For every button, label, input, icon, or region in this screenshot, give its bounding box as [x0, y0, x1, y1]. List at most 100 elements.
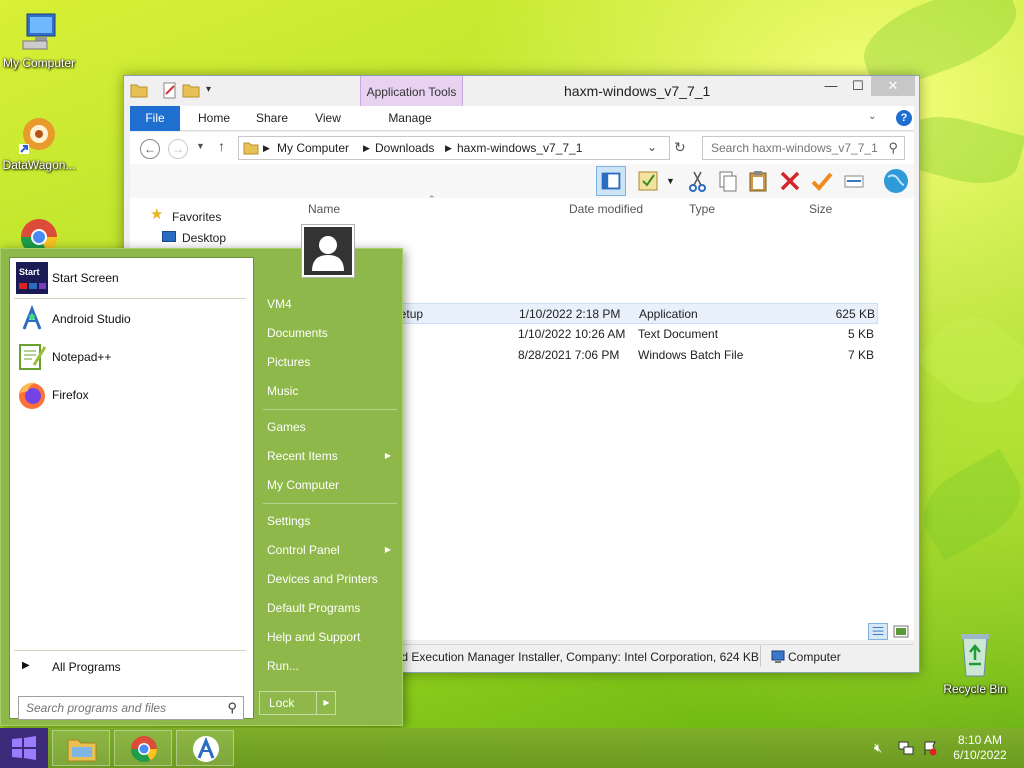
- help-icon[interactable]: ?: [896, 110, 912, 126]
- search-box[interactable]: ⚲: [702, 136, 905, 160]
- properties-icon[interactable]: [162, 82, 178, 100]
- address-dropdown-icon[interactable]: ⌄: [647, 140, 657, 154]
- forward-button[interactable]: →: [168, 139, 188, 159]
- up-button[interactable]: ↑: [218, 138, 225, 154]
- start-item-label: Android Studio: [52, 312, 131, 326]
- dropdown-arrow-icon[interactable]: ▼: [666, 176, 675, 186]
- properties-check-icon[interactable]: [636, 169, 660, 193]
- start-item-label: Control Panel: [267, 543, 340, 557]
- column-header-name[interactable]: Name: [308, 202, 340, 216]
- address-bar[interactable]: ▶ My Computer ▶ Downloads ▶ haxm-windows…: [238, 136, 670, 160]
- file-size: 5 KB: [847, 327, 874, 341]
- start-search-input[interactable]: [26, 701, 216, 715]
- volume-muted-icon[interactable]: 🔇︎: [874, 740, 882, 756]
- start-item-firefox[interactable]: Firefox: [16, 379, 248, 413]
- start-right-item-music[interactable]: Music: [259, 379, 399, 403]
- sort-arrow-icon: ⌃: [428, 194, 436, 204]
- start-button[interactable]: [0, 728, 48, 768]
- desktop-icon-recycle-bin[interactable]: Recycle Bin: [933, 630, 1017, 696]
- user-avatar[interactable]: [301, 224, 355, 278]
- nav-favorites[interactable]: Favorites: [172, 210, 221, 224]
- status-location: Computer: [788, 650, 841, 664]
- start-right-item-run[interactable]: Run...: [259, 654, 399, 678]
- close-button[interactable]: ✕: [871, 76, 915, 96]
- file-date: 8/28/2021 7:06 PM: [518, 348, 620, 362]
- firefox-icon: [19, 382, 45, 409]
- select-icon[interactable]: [842, 169, 866, 193]
- tab-share[interactable]: Share: [250, 106, 294, 131]
- breadcrumb-separator: ▶: [445, 143, 452, 153]
- tab-home[interactable]: Home: [192, 106, 236, 131]
- start-right-item-pictures[interactable]: Pictures: [259, 350, 399, 374]
- details-view-icon[interactable]: [868, 623, 888, 640]
- breadcrumb-separator: ▶: [263, 143, 270, 153]
- taskbar-chrome[interactable]: [114, 730, 172, 766]
- computer-icon: [22, 13, 56, 50]
- breadcrumb-my-computer[interactable]: My Computer: [277, 141, 349, 155]
- start-right-item-default-programs[interactable]: Default Programs: [259, 596, 399, 620]
- column-header-date[interactable]: Date modified: [569, 202, 643, 216]
- file-date: 1/10/2022 2:18 PM: [519, 307, 621, 321]
- search-input[interactable]: [711, 141, 881, 155]
- delete-icon[interactable]: [778, 169, 802, 193]
- tab-file[interactable]: File: [130, 106, 180, 131]
- all-programs-button[interactable]: ▶ All Programs: [16, 656, 248, 680]
- column-header-type[interactable]: Type: [689, 202, 715, 216]
- desktop-icon-datawagon[interactable]: DataWagon...: [0, 112, 81, 172]
- start-right-item-help-support[interactable]: Help and Support: [259, 625, 399, 649]
- breadcrumb-current-folder[interactable]: haxm-windows_v7_7_1: [457, 141, 582, 155]
- copy-icon[interactable]: [716, 169, 740, 193]
- paste-icon[interactable]: [746, 169, 770, 193]
- tab-manage[interactable]: Manage: [362, 106, 458, 131]
- window-title: haxm-windows_v7_7_1: [564, 83, 711, 99]
- user-icon: [304, 227, 352, 275]
- start-right-item-control-panel[interactable]: Control Panel ▶: [259, 538, 399, 562]
- rename-check-icon[interactable]: [810, 169, 834, 193]
- large-icons-view-icon[interactable]: [892, 623, 910, 640]
- start-right-item-recent-items[interactable]: Recent Items ▶: [259, 444, 399, 468]
- taskbar-android-studio[interactable]: [176, 730, 234, 766]
- start-right-item-settings[interactable]: Settings: [259, 509, 399, 533]
- folder-icon: [130, 84, 148, 98]
- start-search-box[interactable]: ⚲: [18, 696, 244, 720]
- cut-icon[interactable]: [686, 169, 710, 193]
- notepad-plus-plus-icon: [19, 344, 47, 370]
- refresh-icon[interactable]: ↻: [674, 139, 686, 156]
- network-icon[interactable]: [898, 740, 914, 756]
- lock-options-arrow-icon[interactable]: ▶: [316, 692, 336, 714]
- start-menu: Start Start Screen Android Studio Notepa…: [0, 248, 403, 726]
- start-item-start-screen[interactable]: Start Start Screen: [16, 262, 248, 296]
- tab-view[interactable]: View: [306, 106, 350, 131]
- divider: [14, 298, 246, 299]
- start-right-item-my-computer[interactable]: My Computer: [259, 473, 399, 497]
- nav-desktop[interactable]: Desktop: [182, 231, 226, 245]
- recent-locations-icon[interactable]: ▼: [196, 141, 205, 151]
- start-item-notepad-plus-plus[interactable]: Notepad++: [16, 341, 248, 375]
- start-item-android-studio[interactable]: Android Studio: [16, 303, 248, 337]
- recycle-bin-icon: [961, 634, 989, 677]
- clock-date: 6/10/2022: [953, 748, 1007, 762]
- globe-icon[interactable]: [882, 167, 910, 195]
- minimize-button[interactable]: —: [817, 76, 845, 96]
- system-clock[interactable]: 8:10 AM 6/10/2022: [940, 733, 1020, 763]
- divider: [263, 409, 397, 410]
- column-header-size[interactable]: Size: [809, 202, 832, 216]
- desktop-small-icon: [162, 231, 176, 242]
- start-item-label: Recent Items: [267, 449, 338, 463]
- start-right-item-devices-printers[interactable]: Devices and Printers: [259, 567, 399, 591]
- start-right-item-games[interactable]: Games: [259, 415, 399, 439]
- lock-button[interactable]: Lock ▶: [259, 691, 336, 715]
- breadcrumb-downloads[interactable]: Downloads: [375, 141, 434, 155]
- title-bar[interactable]: ▾ haxm-windows_v7_7_1 — ☐ ✕: [124, 76, 919, 106]
- customize-qat-icon[interactable]: ▾: [206, 84, 211, 95]
- maximize-button[interactable]: ☐: [845, 76, 871, 96]
- action-center-flag-icon[interactable]: [922, 740, 938, 756]
- start-right-item-documents[interactable]: Documents: [259, 321, 399, 345]
- preview-pane-icon[interactable]: [596, 166, 626, 196]
- start-right-item-vm4[interactable]: VM4: [259, 292, 399, 316]
- taskbar-file-explorer[interactable]: [52, 730, 110, 766]
- new-folder-icon[interactable]: [182, 82, 200, 98]
- back-button[interactable]: ←: [140, 139, 160, 159]
- collapse-ribbon-icon[interactable]: ⌄: [868, 111, 876, 122]
- desktop-icon-my-computer[interactable]: My Computer: [0, 10, 81, 70]
